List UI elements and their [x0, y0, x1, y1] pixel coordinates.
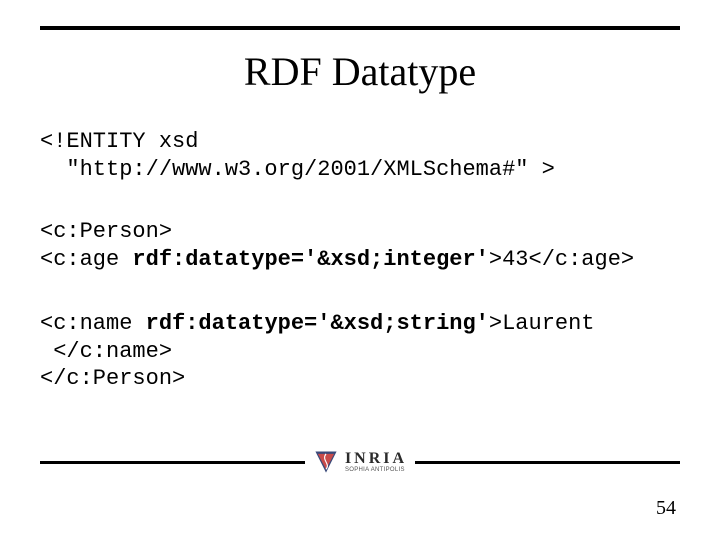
code-entity-block: <!ENTITY xsd "http://www.w3.org/2001/XML…: [40, 128, 680, 183]
person-close: </c:Person>: [40, 366, 185, 391]
footer-rule: INRIA SOPHIA ANTIPOLIS: [40, 444, 680, 480]
inria-logo-name: INRIA: [345, 451, 407, 467]
inria-logo-sub: SOPHIA ANTIPOLIS: [345, 467, 407, 473]
page-number: 54: [656, 497, 676, 520]
entity-open: <!ENTITY xsd: [40, 129, 198, 154]
code-name-block: <c:name rdf:datatype='&xsd;string'>Laure…: [40, 310, 680, 393]
inria-logo-icon: [313, 449, 339, 475]
inria-logo-text: INRIA SOPHIA ANTIPOLIS: [345, 451, 407, 473]
age-suffix: >43</c:age>: [489, 247, 634, 272]
name-prefix: <c:name: [40, 311, 146, 336]
code-person-age-block: <c:Person> <c:age rdf:datatype='&xsd;int…: [40, 218, 680, 273]
name-datatype-attr: rdf:datatype='&xsd;string': [146, 311, 489, 336]
top-rule: [40, 26, 680, 30]
age-datatype-attr: rdf:datatype='&xsd;integer': [132, 247, 488, 272]
footer-rule-right: [415, 461, 680, 464]
person-open: <c:Person>: [40, 219, 172, 244]
page-title: RDF Datatype: [0, 48, 720, 95]
age-prefix: <c:age: [40, 247, 132, 272]
inria-logo: INRIA SOPHIA ANTIPOLIS: [305, 449, 415, 475]
entity-url: "http://www.w3.org/2001/XMLSchema#" >: [40, 157, 555, 182]
name-suffix: >Laurent: [489, 311, 595, 336]
footer-rule-left: [40, 461, 305, 464]
name-close: </c:name>: [40, 339, 172, 364]
